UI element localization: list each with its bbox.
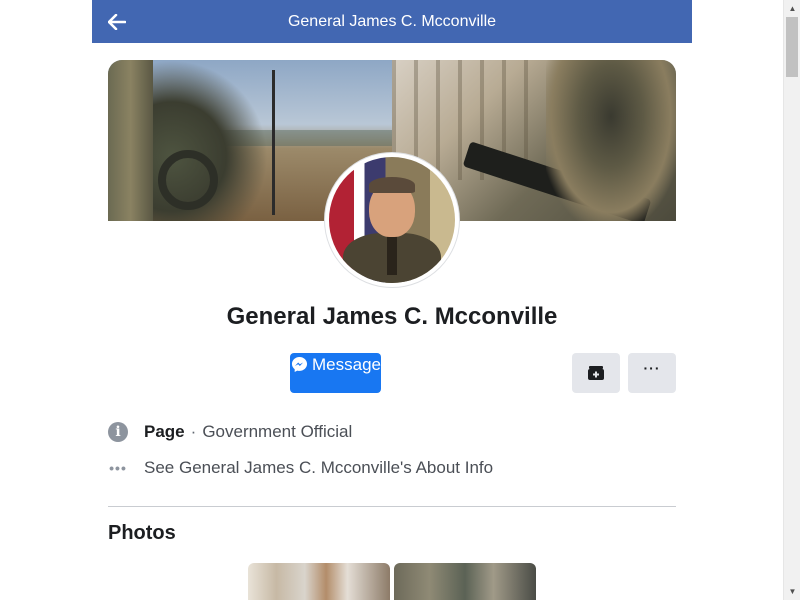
header-title: General James C. Mcconville — [287, 12, 497, 30]
profile-avatar[interactable] — [325, 153, 459, 287]
about-info-link[interactable]: See General James C. Mcconville's About … — [144, 458, 493, 478]
message-button-label: Message — [312, 355, 381, 374]
info-icon: i — [108, 422, 128, 442]
photo-thumbnail[interactable] — [248, 563, 390, 600]
page-title: General James C. Mcconville — [226, 303, 558, 330]
more-options-button[interactable]: ··· — [628, 353, 676, 393]
divider — [108, 506, 676, 507]
messenger-icon — [291, 356, 308, 373]
page-category-row: i Page · Government Official — [108, 420, 352, 444]
scrollbar-thumb[interactable] — [786, 17, 798, 77]
ellipsis-icon: ••• — [109, 460, 127, 476]
avatar-image — [329, 157, 455, 283]
page-category: Government Official — [202, 422, 353, 441]
photo-thumbnail[interactable] — [394, 563, 536, 600]
back-button[interactable] — [100, 5, 134, 39]
arrow-left-icon — [108, 14, 126, 30]
scroll-down-arrow-icon[interactable]: ▼ — [784, 583, 800, 600]
about-info-row[interactable]: ••• See General James C. Mcconville's Ab… — [108, 456, 493, 480]
page-label: Page — [144, 422, 185, 441]
scroll-up-arrow-icon[interactable]: ▲ — [784, 0, 800, 17]
top-bar: General James C. Mcconville — [92, 0, 692, 43]
separator-dot: · — [190, 422, 197, 441]
more-options-icon: ··· — [643, 360, 661, 376]
save-button[interactable] — [572, 353, 620, 393]
photos-section-title: Photos — [108, 522, 176, 544]
message-button[interactable]: Message — [290, 353, 381, 393]
save-icon — [588, 366, 604, 380]
vertical-scrollbar[interactable]: ▲ ▼ — [783, 0, 800, 600]
